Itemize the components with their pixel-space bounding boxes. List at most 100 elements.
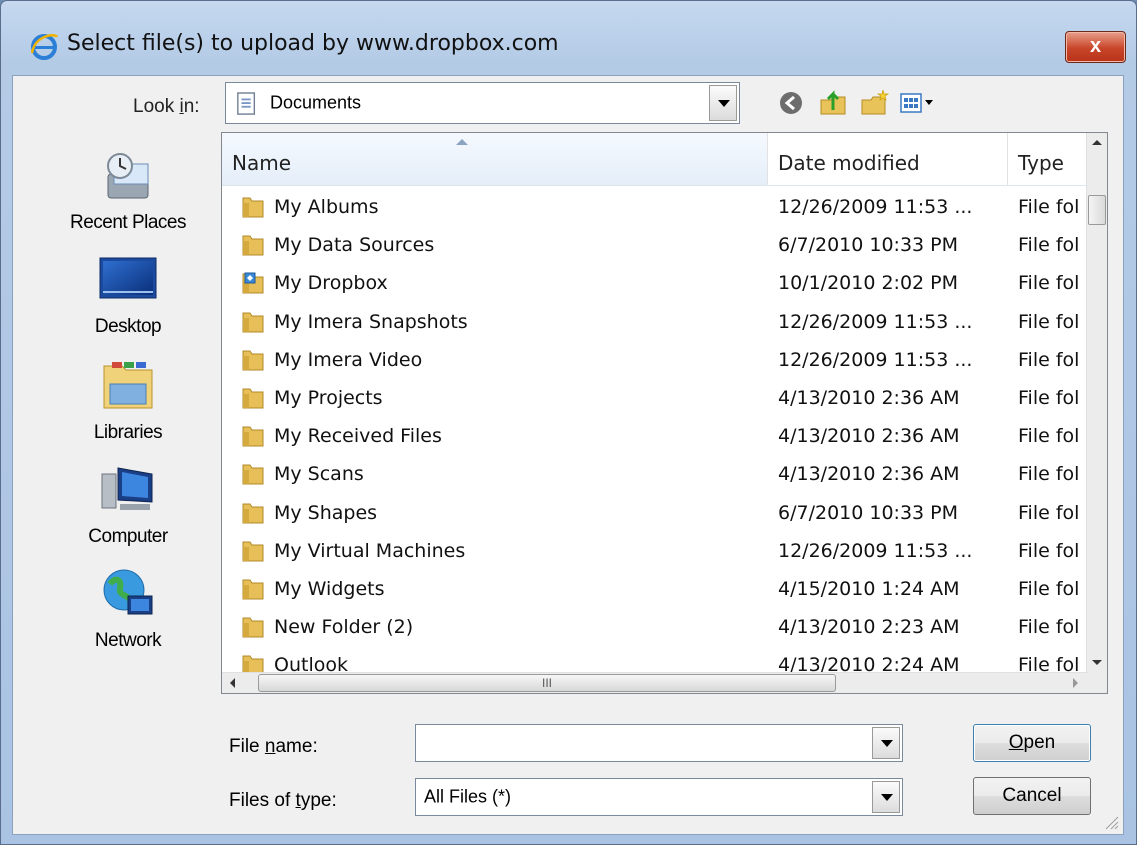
file-row[interactable]: My Virtual Machines 12/26/2009 11:53 ... F… bbox=[222, 533, 1088, 571]
folder-icon bbox=[242, 464, 264, 485]
file-type: File fol bbox=[1018, 348, 1080, 371]
folder-icon bbox=[242, 617, 264, 638]
scroll-down-icon[interactable] bbox=[1087, 653, 1107, 673]
file-name: My Scans bbox=[274, 463, 364, 486]
place-computer[interactable]: Computer bbox=[43, 460, 213, 547]
desktop-icon bbox=[99, 257, 157, 299]
file-name: My Data Sources bbox=[274, 234, 435, 257]
file-date-modified: 4/13/2010 2:23 AM bbox=[778, 616, 960, 639]
recent-places-icon bbox=[107, 153, 149, 199]
file-type: File fol bbox=[1018, 463, 1080, 486]
computer-icon bbox=[101, 467, 153, 510]
scroll-left-icon[interactable] bbox=[222, 673, 244, 693]
horizontal-scroll-thumb[interactable]: III bbox=[258, 674, 836, 692]
window-title: Select file(s) to upload by www.dropbox.… bbox=[67, 31, 559, 56]
column-header-type[interactable]: Type bbox=[1008, 133, 1088, 185]
file-name: My Projects bbox=[274, 387, 383, 409]
files-of-type-dropdown[interactable]: All Files (*) bbox=[415, 778, 903, 816]
file-name: My Albums bbox=[274, 196, 379, 218]
file-row[interactable]: My Imera Snapshots 12/26/2009 11:53 ... Fi… bbox=[222, 304, 1088, 342]
chevron-down-icon[interactable] bbox=[709, 85, 737, 121]
file-type: File fol bbox=[1018, 578, 1080, 600]
file-date-modified: 6/7/2010 10:33 PM bbox=[778, 501, 959, 524]
column-header-row: Name Date modified Type bbox=[222, 133, 1088, 186]
place-label: Recent Places bbox=[69, 212, 187, 233]
file-name: My Imera Video bbox=[274, 348, 423, 371]
files-of-type-value: All Files (*) bbox=[424, 786, 512, 807]
folder-icon bbox=[242, 312, 264, 333]
file-name: My Shapes bbox=[274, 501, 378, 524]
close-icon: x bbox=[1089, 35, 1102, 57]
file-type: File fol bbox=[1018, 196, 1080, 218]
back-icon[interactable] bbox=[775, 88, 807, 118]
place-network[interactable]: Network bbox=[43, 564, 213, 651]
chevron-down-icon[interactable] bbox=[872, 727, 900, 759]
place-label: Computer bbox=[88, 526, 168, 547]
column-header-name[interactable]: Name bbox=[222, 133, 768, 185]
folder-icon bbox=[242, 426, 264, 447]
file-row[interactable]: My Projects 4/13/2010 2:36 AM File fol bbox=[222, 380, 1088, 418]
vertical-scrollbar[interactable] bbox=[1086, 133, 1107, 673]
file-name: New Folder (2) bbox=[274, 616, 414, 639]
file-name: My Virtual Machines bbox=[274, 539, 466, 562]
folder-icon bbox=[242, 235, 264, 256]
folder-icon bbox=[242, 541, 264, 562]
file-row[interactable]: My Scans 4/13/2010 2:36 AM File fol bbox=[222, 456, 1088, 494]
column-header-date-modified[interactable]: Date modified bbox=[768, 133, 1008, 185]
place-recent-places[interactable]: Recent Places bbox=[43, 146, 213, 233]
file-type: File fol bbox=[1018, 425, 1080, 448]
file-row[interactable]: My Widgets 4/15/2010 1:24 AM File fol bbox=[222, 571, 1088, 609]
dropbox-folder-icon bbox=[242, 272, 264, 294]
sort-ascending-icon bbox=[456, 139, 468, 145]
cancel-button[interactable]: Cancel bbox=[973, 777, 1091, 815]
scroll-up-icon[interactable] bbox=[1087, 133, 1107, 153]
new-folder-icon[interactable] bbox=[859, 88, 891, 118]
file-name-input[interactable] bbox=[415, 724, 903, 762]
file-row[interactable]: My Dropbox 10/1/2010 2:02 PM File fol bbox=[222, 265, 1088, 303]
files-of-type-label: Files of type: bbox=[229, 790, 337, 811]
file-row[interactable]: My Albums 12/26/2009 11:53 ... File fol bbox=[222, 189, 1088, 227]
file-name: My Dropbox bbox=[274, 272, 388, 295]
look-in-dropdown[interactable]: Documents bbox=[225, 82, 740, 124]
file-row[interactable]: My Imera Video 12/26/2009 11:53 ... File f… bbox=[222, 342, 1088, 380]
file-date-modified: 12/26/2009 11:53 ... bbox=[778, 310, 973, 333]
resize-grip-icon[interactable] bbox=[1103, 814, 1119, 830]
folder-icon bbox=[242, 350, 264, 371]
file-name: My Imera Snapshots bbox=[274, 310, 468, 333]
file-row[interactable]: New Folder (2) 4/13/2010 2:23 AM File fol bbox=[222, 609, 1088, 647]
file-type: File fol bbox=[1018, 234, 1080, 257]
horizontal-scrollbar[interactable]: III bbox=[222, 672, 1088, 693]
file-type: File fol bbox=[1018, 501, 1080, 524]
look-in-label: Look in: bbox=[133, 96, 200, 117]
place-label: Desktop bbox=[94, 316, 162, 337]
chevron-down-icon[interactable] bbox=[872, 781, 900, 813]
file-type: File fol bbox=[1018, 310, 1080, 333]
vertical-scroll-thumb[interactable] bbox=[1088, 195, 1106, 225]
place-libraries[interactable]: Libraries bbox=[43, 356, 213, 443]
folder-icon bbox=[242, 503, 264, 524]
upload-dialog-window: Select file(s) to upload by www.dropbox.… bbox=[0, 0, 1137, 845]
folder-icon bbox=[242, 388, 264, 409]
file-date-modified: 4/13/2010 2:36 AM bbox=[778, 463, 960, 486]
file-name: My Widgets bbox=[274, 578, 385, 600]
up-folder-icon[interactable] bbox=[817, 88, 849, 118]
file-name-label: File name: bbox=[229, 736, 318, 757]
place-label: Network bbox=[94, 630, 162, 651]
file-list[interactable]: Name Date modified Type My Albums 12/26/2… bbox=[221, 132, 1108, 694]
file-type: File fol bbox=[1018, 272, 1080, 295]
close-button[interactable]: x bbox=[1065, 31, 1126, 63]
file-date-modified: 12/26/2009 11:53 ... bbox=[778, 196, 973, 218]
views-menu-icon[interactable] bbox=[899, 88, 939, 118]
file-type: File fol bbox=[1018, 616, 1080, 639]
scroll-right-icon[interactable] bbox=[1066, 673, 1088, 693]
file-row[interactable]: My Received Files 4/13/2010 2:36 AM File f… bbox=[222, 418, 1088, 456]
place-desktop[interactable]: Desktop bbox=[43, 250, 213, 337]
file-row[interactable]: My Data Sources 6/7/2010 10:33 PM File fol bbox=[222, 227, 1088, 265]
file-date-modified: 4/15/2010 1:24 AM bbox=[778, 578, 960, 600]
file-date-modified: 4/13/2010 2:36 AM bbox=[778, 425, 960, 448]
file-date-modified: 4/13/2010 2:36 AM bbox=[778, 387, 960, 409]
file-row[interactable]: My Shapes 6/7/2010 10:33 PM File fol bbox=[222, 495, 1088, 533]
file-date-modified: 12/26/2009 11:53 ... bbox=[778, 539, 973, 562]
open-button[interactable]: Open bbox=[973, 724, 1091, 762]
internet-explorer-icon bbox=[30, 34, 59, 60]
